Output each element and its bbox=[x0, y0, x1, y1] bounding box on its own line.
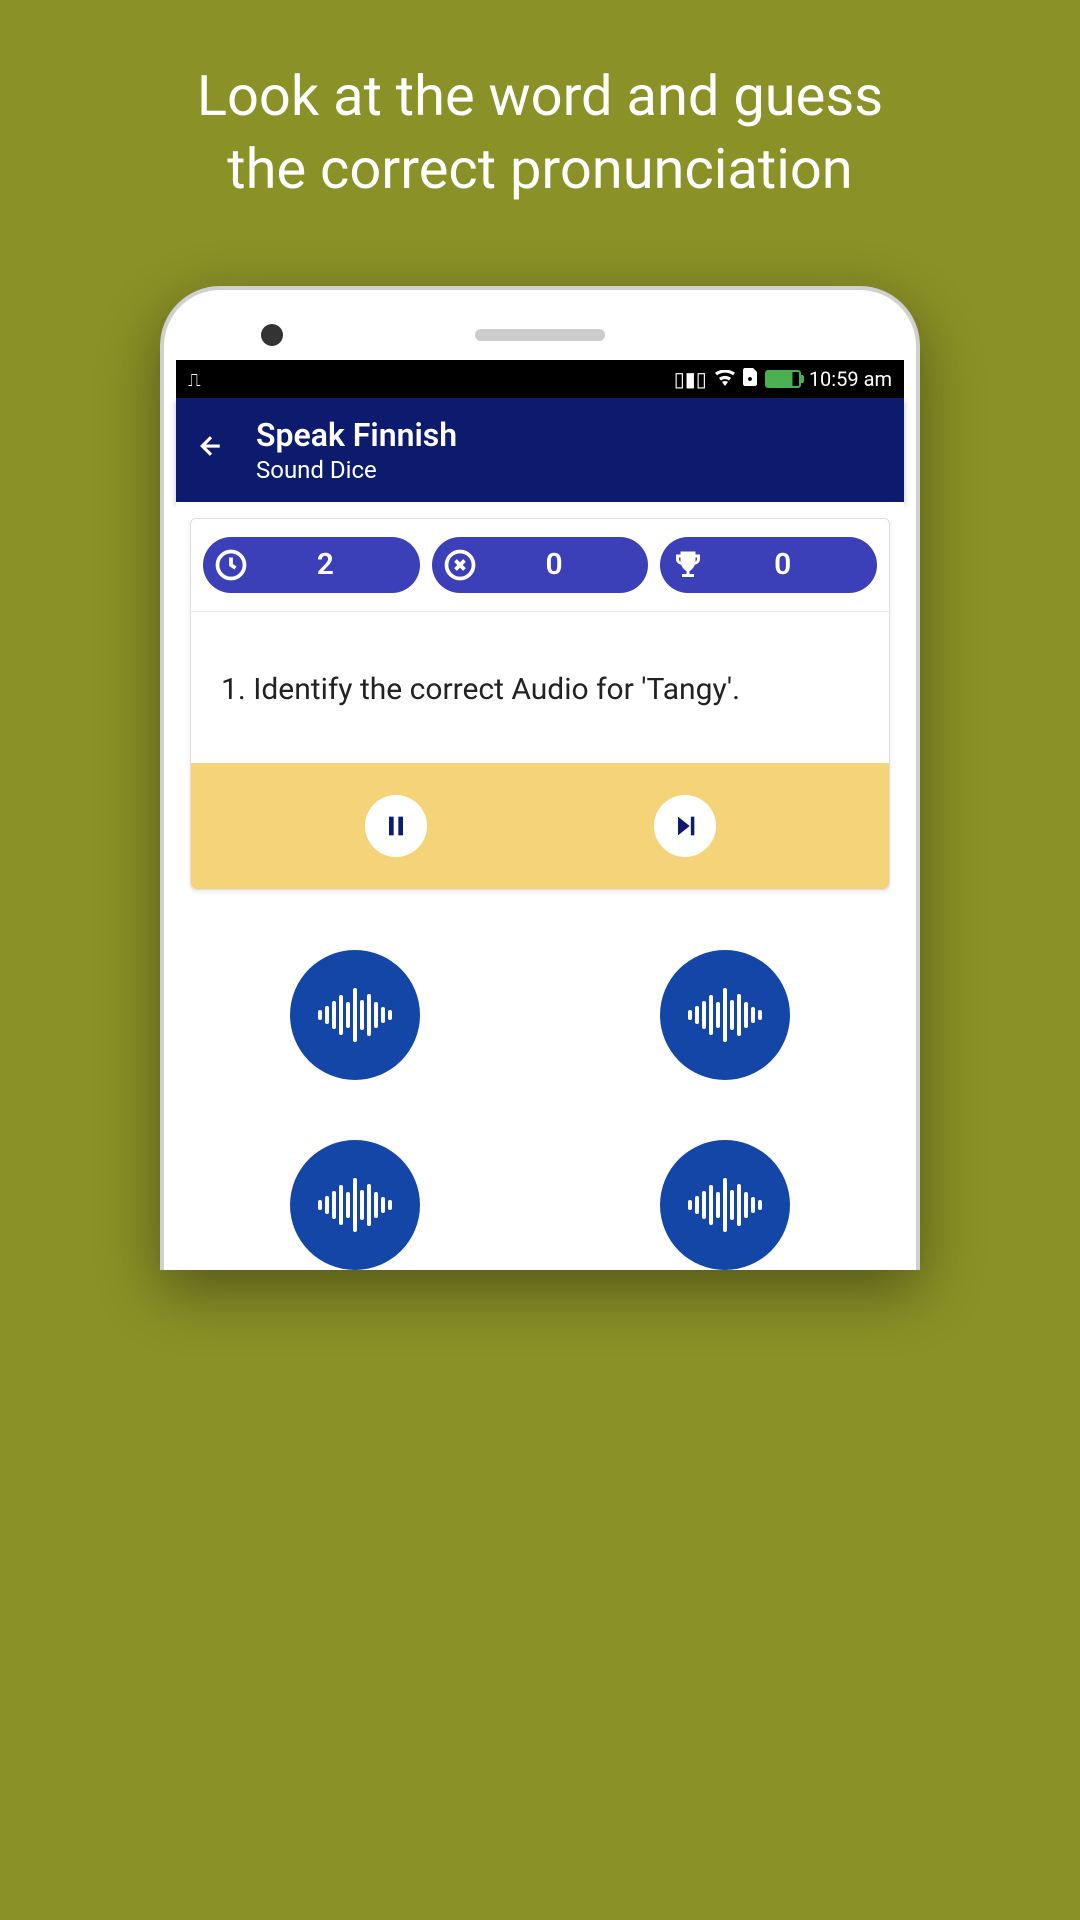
wifi-icon bbox=[715, 367, 735, 391]
phone-camera bbox=[261, 324, 283, 346]
stats-row: 2 0 0 bbox=[191, 519, 889, 612]
trophy-pill: 0 bbox=[660, 537, 877, 593]
trophy-value: 0 bbox=[710, 547, 855, 582]
waveform-icon bbox=[688, 988, 762, 1042]
app-content: 2 0 0 1. Identify the correct Audio for … bbox=[176, 502, 904, 1270]
vibrate-icon: ▯▮▯ bbox=[674, 367, 707, 391]
timer-pill: 2 bbox=[203, 537, 420, 593]
wrong-pill: 0 bbox=[432, 537, 649, 593]
wrong-value: 0 bbox=[482, 547, 627, 582]
audio-option-3[interactable] bbox=[290, 1140, 420, 1270]
app-title: Speak Finnish bbox=[256, 416, 457, 454]
clock-icon bbox=[209, 543, 253, 587]
question-text: 1. Identify the correct Audio for 'Tangy… bbox=[221, 672, 859, 707]
pause-button[interactable] bbox=[365, 795, 427, 857]
app-header: Speak Finnish Sound Dice bbox=[176, 398, 904, 502]
usb-icon: ⎍ bbox=[188, 370, 201, 391]
promo-line-2: the correct pronunciation bbox=[227, 136, 852, 202]
waveform-icon bbox=[318, 1178, 392, 1232]
waveform-icon bbox=[688, 1178, 762, 1232]
promo-line-1: Look at the word and guess bbox=[197, 63, 883, 129]
x-circle-icon bbox=[438, 543, 482, 587]
phone-frame: ⎍ ▯▮▯ 10:59 am Speak Finnish Sound Dice bbox=[160, 286, 920, 1270]
playback-bar bbox=[191, 763, 889, 889]
battery-icon bbox=[765, 370, 801, 388]
audio-option-2[interactable] bbox=[660, 950, 790, 1080]
trophy-icon bbox=[666, 543, 710, 587]
promo-heading: Look at the word and guess the correct p… bbox=[0, 0, 1080, 246]
audio-option-1[interactable] bbox=[290, 950, 420, 1080]
sim-icon bbox=[743, 367, 757, 391]
back-button[interactable] bbox=[196, 431, 226, 469]
timer-value: 2 bbox=[253, 547, 398, 582]
next-button[interactable] bbox=[654, 795, 716, 857]
app-subtitle: Sound Dice bbox=[256, 456, 457, 484]
audio-options bbox=[190, 890, 890, 1270]
status-time: 10:59 am bbox=[809, 367, 892, 391]
header-text: Speak Finnish Sound Dice bbox=[256, 416, 457, 484]
phone-speaker bbox=[475, 329, 605, 341]
phone-hardware-top bbox=[176, 310, 904, 360]
status-bar: ⎍ ▯▮▯ 10:59 am bbox=[176, 360, 904, 398]
question-area: 1. Identify the correct Audio for 'Tangy… bbox=[191, 612, 889, 763]
quiz-card: 2 0 0 1. Identify the correct Audio for … bbox=[190, 518, 890, 890]
audio-option-4[interactable] bbox=[660, 1140, 790, 1270]
waveform-icon bbox=[318, 988, 392, 1042]
